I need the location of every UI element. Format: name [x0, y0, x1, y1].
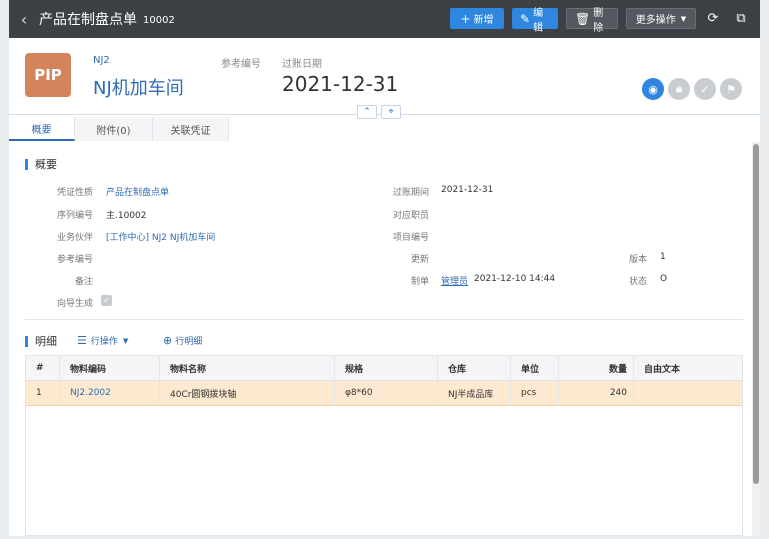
state-value: O — [660, 274, 668, 284]
note-label: 备注 — [74, 277, 93, 287]
detail-section-title: 明细 — [25, 333, 57, 349]
version-label: 版本 — [628, 255, 647, 265]
wizard-checkbox[interactable]: ✓ — [101, 295, 112, 306]
col-spec[interactable]: 规格 — [335, 355, 438, 381]
partner-label: 业务伙伴 — [56, 233, 93, 243]
refresh-icon[interactable]: ⟳ — [702, 11, 724, 26]
posting-date: 2021-12-31 — [282, 72, 399, 96]
toolbar-actions: + 新增 ✎ 编辑 🗑︎ 删除 更多操作 ▼ ⟳ ⧉ — [442, 8, 752, 34]
wizard-label: 向导生成 — [56, 299, 93, 309]
tab-bar: 概要 附件(0) 关联凭证 — [9, 117, 229, 141]
row-ops-label: 行操作 — [90, 337, 118, 347]
page-title: 产品在制盘点单 — [39, 12, 137, 28]
state-label: 状态 — [628, 277, 647, 287]
creator-label: 制单 — [410, 277, 429, 287]
voucher-type-label: 凭证性质 — [56, 188, 93, 198]
cell-unit: pcs — [511, 380, 559, 406]
summary-title-text: 概要 — [35, 158, 57, 171]
col-unit[interactable]: 单位 — [511, 355, 559, 381]
section-marker — [25, 335, 28, 347]
document-card: PIP NJ2 NJ机加车间 参考编号 过账日期 2021-12-31 ◉ 🔒︎… — [9, 38, 760, 536]
detail-table: # 物料编码 物料名称 规格 仓库 单位 数量 自由文本 1 NJ2.2002 … — [25, 355, 743, 536]
zoom-in-icon: ⊕ — [163, 334, 173, 347]
chevron-up-icon[interactable]: ⌃ — [357, 105, 377, 119]
period-value: 2021-12-31 — [441, 185, 494, 195]
scrollbar-thumb[interactable] — [753, 144, 759, 484]
edit-button-label: 编辑 — [533, 7, 544, 34]
project-label: 项目编号 — [392, 233, 429, 243]
delete-button[interactable]: 🗑︎ 删除 — [566, 8, 618, 34]
creator-time: 2021-12-10 14:44 — [474, 274, 556, 284]
ref-no-label: 参考编号 — [221, 59, 261, 70]
more-actions-button[interactable]: 更多操作 ▼ — [626, 8, 696, 29]
update-label: 更新 — [410, 255, 429, 265]
more-actions-label: 更多操作 — [635, 15, 676, 26]
voucher-type-value[interactable]: 产品在制盘点单 — [106, 185, 169, 198]
section-marker — [25, 158, 28, 170]
partner-value[interactable]: [工作中心] NJ2 NJ机加车间 — [106, 230, 215, 243]
staff-label: 对应职员 — [392, 211, 429, 221]
serial-label: 序列编号 — [56, 211, 93, 221]
plus-icon: + — [460, 11, 471, 26]
tab-summary[interactable]: 概要 — [9, 117, 75, 141]
new-button[interactable]: + 新增 — [450, 8, 504, 29]
cell-index: 1 — [26, 380, 60, 406]
tab-related-vouchers[interactable]: 关联凭证 — [153, 117, 229, 141]
creator-name[interactable]: 管理员 — [441, 274, 468, 287]
open-external-icon[interactable]: ⧉ — [730, 11, 752, 26]
new-button-label: 新增 — [473, 15, 494, 26]
cell-material-name: 40Cr圆钢拨块轴 — [160, 380, 335, 406]
caret-down-icon: ▼ — [122, 336, 129, 345]
header-controls: ⌃ ⌖ — [357, 105, 405, 119]
serial-value: 主.10002 — [106, 211, 147, 221]
partner-name: NJ机加车间 — [93, 78, 184, 99]
tab-attachments[interactable]: 附件(0) — [75, 117, 153, 141]
posting-date-label: 过账日期 — [282, 59, 322, 70]
cell-material-code[interactable]: NJ2.2002 — [60, 380, 160, 406]
edit-button[interactable]: ✎ 编辑 — [512, 8, 558, 34]
partner-code: NJ2 — [93, 55, 110, 66]
chevron-left-icon[interactable]: ‹ — [11, 10, 37, 29]
section-divider — [25, 319, 743, 320]
col-warehouse[interactable]: 仓库 — [438, 355, 511, 381]
doc-type-logo: PIP — [25, 53, 71, 97]
doc-number: 10002 — [143, 14, 175, 26]
lock-icon[interactable]: 🔒︎ — [668, 78, 690, 100]
col-material-code[interactable]: 物料编码 — [60, 355, 160, 381]
add-row-label: 行明细 — [175, 337, 203, 347]
list-icon: ☰ — [77, 334, 87, 347]
col-index[interactable]: # — [26, 355, 60, 381]
detail-title-text: 明细 — [35, 335, 57, 348]
pin-icon[interactable]: ⌖ — [381, 105, 401, 119]
cell-quantity: 240 — [559, 380, 634, 406]
trash-icon: 🗑︎ — [575, 11, 591, 26]
circle-dot-icon[interactable]: ◉ — [642, 78, 664, 100]
delete-button-label: 删除 — [593, 7, 604, 34]
cell-free-text — [634, 381, 742, 406]
top-bar: ‹ 产品在制盘点单 10002 + 新增 ✎ 编辑 🗑︎ 删除 更多操作 ▼ ⟳… — [9, 0, 760, 38]
table-row[interactable]: 1 NJ2.2002 40Cr圆钢拨块轴 φ8*60 NJ半成品库 pcs 24… — [26, 380, 742, 406]
col-material-name[interactable]: 物料名称 — [160, 355, 335, 381]
flag-icon[interactable]: ⚑ — [720, 78, 742, 100]
table-header: # 物料编码 物料名称 规格 仓库 单位 数量 自由文本 — [26, 355, 742, 381]
summary-section-title: 概要 — [25, 156, 57, 172]
cell-spec: φ8*60 — [335, 380, 438, 406]
col-quantity[interactable]: 数量 — [559, 355, 634, 381]
period-label: 过账期间 — [392, 188, 429, 198]
col-free-text[interactable]: 自由文本 — [634, 356, 742, 381]
version-value: 1 — [660, 252, 666, 262]
check-icon[interactable]: ✓ — [694, 78, 716, 100]
cell-warehouse: NJ半成品库 — [438, 380, 511, 406]
caret-down-icon: ▼ — [680, 14, 687, 23]
status-icons: ◉ 🔒︎ ✓ ⚑ — [638, 78, 742, 100]
edit-icon: ✎ — [520, 11, 531, 26]
ref-field-label: 参考编号 — [56, 255, 93, 265]
add-row-detail-button[interactable]: ⊕ 行明细 — [163, 334, 202, 347]
row-ops-dropdown[interactable]: ☰ 行操作 ▼ — [77, 334, 128, 347]
